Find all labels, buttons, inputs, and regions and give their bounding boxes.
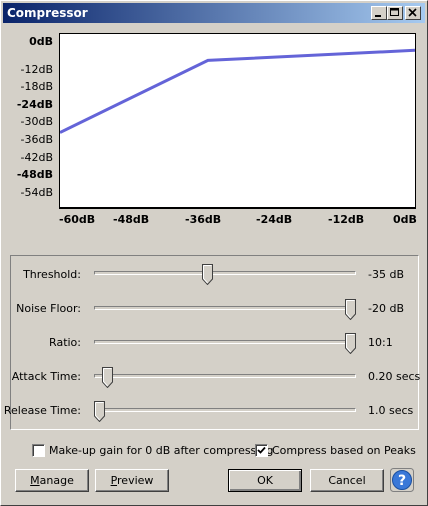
close-icon	[408, 8, 417, 17]
threshold-value: -35 dB	[368, 268, 404, 281]
maximize-button[interactable]	[387, 6, 403, 20]
noise-floor-label: Noise Floor:	[16, 302, 81, 315]
x-label-36db: -36dB	[185, 213, 222, 226]
y-label-18db: -18dB	[20, 80, 54, 93]
close-button[interactable]	[405, 6, 421, 20]
transfer-curve	[60, 48, 415, 134]
ratio-slider[interactable]	[345, 333, 356, 355]
preview-button[interactable]: Preview	[95, 469, 169, 492]
compress-peaks-checkbox[interactable]	[255, 444, 268, 457]
preview-label-post: review	[117, 474, 154, 487]
attack-time-track	[94, 374, 356, 378]
curve-line	[60, 48, 415, 134]
minimize-button[interactable]	[371, 6, 387, 20]
title-bar[interactable]: Compressor	[3, 3, 425, 23]
noise-floor-value: -20 dB	[368, 302, 404, 315]
ok-button[interactable]: OK	[228, 469, 302, 492]
release-time-slider[interactable]	[94, 401, 105, 423]
minimize-icon	[375, 15, 381, 17]
threshold-slider[interactable]	[201, 264, 213, 286]
checkmark-icon	[257, 446, 266, 454]
compressor-dialog: Compressor 0dB -12dB -18dB -24dB -30dB -…	[0, 0, 428, 506]
y-label-36db: -36dB	[20, 133, 54, 146]
release-time-track	[94, 408, 356, 412]
x-label-24db: -24dB	[256, 213, 293, 226]
y-label-30db: -30dB	[20, 115, 54, 128]
y-label-54db: -54dB	[20, 186, 54, 199]
help-button[interactable]: ?	[390, 468, 414, 492]
compression-graph	[59, 33, 416, 208]
maximize-icon	[390, 8, 399, 16]
ratio-track	[94, 340, 356, 344]
makeup-gain-label: Make-up gain for 0 dB after compressing	[49, 444, 274, 457]
noise-floor-slider[interactable]	[345, 299, 356, 321]
window-title: Compressor	[7, 6, 88, 20]
y-label-0db: 0dB	[29, 35, 53, 48]
x-label-48db: -48dB	[113, 213, 150, 226]
release-time-value: 1.0 secs	[368, 404, 414, 417]
y-label-42db: -42dB	[20, 151, 54, 164]
ratio-label: Ratio:	[49, 336, 81, 349]
help-icon: ?	[390, 468, 414, 492]
x-label-0db: 0dB	[393, 213, 417, 226]
attack-time-value: 0.20 secs	[368, 370, 421, 383]
threshold-label: Threshold:	[23, 268, 81, 281]
y-label-48db: -48dB	[16, 168, 53, 181]
noise-floor-track	[94, 306, 356, 310]
ratio-value: 10:1	[368, 336, 393, 349]
cancel-button[interactable]: Cancel	[310, 469, 384, 492]
attack-time-slider[interactable]	[101, 367, 113, 389]
makeup-gain-checkbox[interactable]	[32, 444, 45, 457]
x-label-12db: -12dB	[328, 213, 365, 226]
x-axis-line	[59, 208, 416, 209]
svg-text:?: ?	[398, 473, 406, 489]
manage-label-accel: M	[30, 474, 40, 487]
y-label-24db: -24dB	[16, 98, 53, 111]
y-label-12db: -12dB	[20, 63, 54, 76]
attack-time-label: Attack Time:	[11, 370, 81, 383]
manage-button[interactable]: Manage	[15, 469, 89, 492]
compress-peaks-label: Compress based on Peaks	[272, 444, 416, 457]
threshold-track	[94, 271, 356, 275]
x-label-60db: -60dB	[59, 213, 96, 226]
release-time-label: Release Time:	[3, 404, 81, 417]
manage-label-post: anage	[39, 474, 74, 487]
